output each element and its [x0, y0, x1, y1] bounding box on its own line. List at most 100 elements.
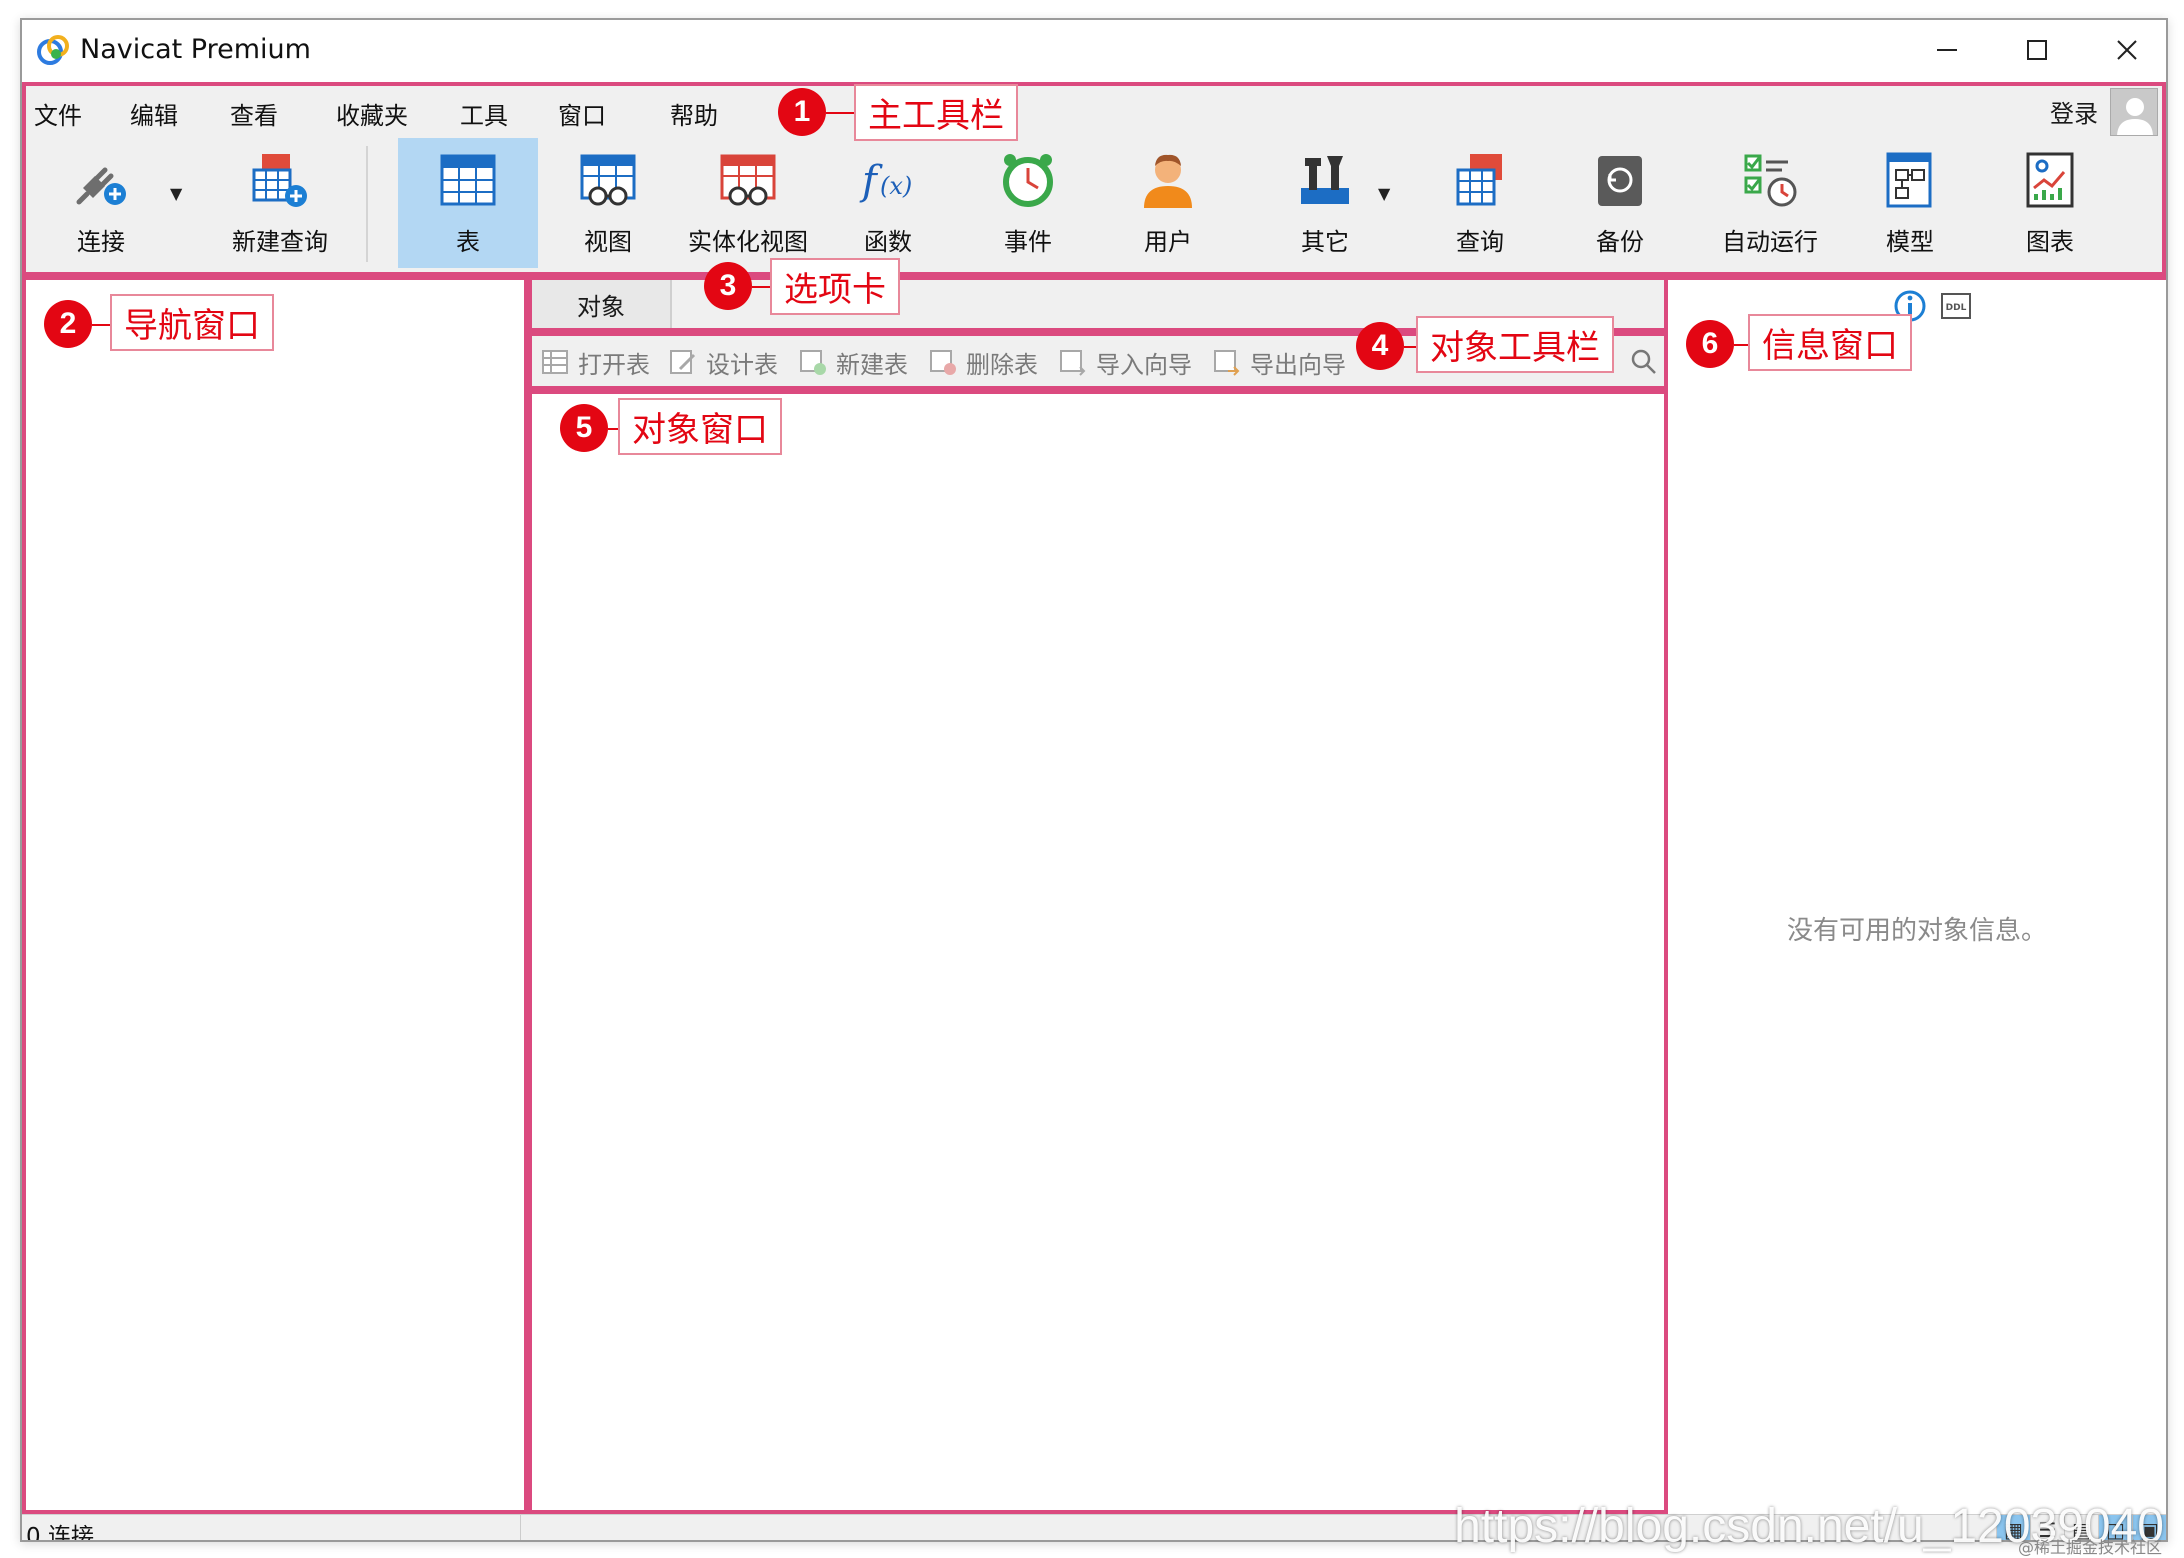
login-link[interactable]: 登录: [2050, 94, 2098, 129]
view-label: 视图: [584, 228, 632, 256]
annotation-label-object-pane: 对象窗口: [618, 398, 782, 455]
annotation-badge-5: 5: [560, 404, 608, 452]
menu-view[interactable]: 查看: [230, 96, 278, 131]
toolbar-separator: [366, 146, 368, 262]
model-button[interactable]: 模型: [1840, 138, 1980, 268]
new-query-label: 新建查询: [232, 228, 328, 256]
user-label: 用户: [1144, 228, 1192, 256]
maximize-button[interactable]: [2008, 28, 2066, 72]
others-button[interactable]: 其它: [1270, 138, 1380, 268]
annotation-badge-2: 2: [44, 300, 92, 348]
plug-icon: [76, 167, 126, 205]
search-icon[interactable]: [1628, 346, 1660, 378]
import-wizard-label: 导入向导: [1096, 350, 1192, 379]
export-wizard-button[interactable]: 导出向导: [1212, 344, 1346, 380]
import-wizard-icon: [1060, 350, 1086, 376]
annotation-line-2: [92, 324, 110, 326]
automation-icon: [1744, 154, 1797, 207]
open-table-label: 打开表: [578, 350, 650, 379]
table-button[interactable]: 表: [398, 138, 538, 268]
open-table-icon: [542, 350, 568, 374]
menu-window[interactable]: 窗口: [558, 96, 606, 131]
annotation-line-3: [752, 286, 770, 288]
new-table-button[interactable]: 新建表: [798, 344, 908, 380]
chart-button[interactable]: 图表: [1980, 138, 2120, 268]
view-button[interactable]: 视图: [538, 138, 678, 268]
ddl-icon[interactable]: DDL: [1938, 288, 1974, 324]
close-button[interactable]: [2098, 28, 2156, 72]
model-icon: [1886, 152, 1932, 208]
function-icon: f (x): [859, 158, 912, 204]
table-icon: [440, 154, 496, 206]
query-label: 查询: [1456, 228, 1504, 256]
annotation-badge-4: 4: [1356, 322, 1404, 370]
annotation-badge-3: 3: [704, 262, 752, 310]
annotation-line-6: [1734, 344, 1748, 346]
annotation-label-info-pane: 信息窗口: [1748, 314, 1912, 371]
annotation-label-object-toolbar: 对象工具栏: [1416, 316, 1614, 373]
design-table-icon: [670, 350, 696, 374]
svg-text:(x): (x): [880, 172, 912, 200]
new-table-label: 新建表: [836, 350, 908, 379]
delete-table-icon: [930, 350, 956, 375]
open-table-button[interactable]: 打开表: [540, 344, 650, 380]
navigation-pane[interactable]: [22, 276, 528, 1514]
user-button[interactable]: 用户: [1098, 138, 1238, 268]
view-icon: [580, 154, 636, 206]
avatar-icon: [2111, 89, 2157, 135]
connect-dropdown-icon[interactable]: ▼: [170, 184, 182, 203]
chart-label: 图表: [2026, 228, 2074, 256]
materialized-view-label: 实体化视图: [688, 228, 808, 256]
automation-label: 自动运行: [1722, 228, 1818, 256]
annotation-badge-1: 1: [778, 88, 826, 136]
tab-objects[interactable]: 对象: [532, 280, 672, 328]
event-label: 事件: [1004, 228, 1052, 256]
connect-button[interactable]: 连接: [46, 138, 156, 268]
tools-icon: [1301, 156, 1349, 204]
svg-text:DDL: DDL: [1946, 303, 1967, 313]
connection-count: 0 连接: [26, 1524, 94, 1542]
menu-favorites[interactable]: 收藏夹: [336, 96, 408, 131]
backup-button[interactable]: 备份: [1560, 138, 1680, 268]
annotation-badge-6: 6: [1686, 320, 1734, 368]
main-toolbar: 文件 编辑 查看 收藏夹 工具 窗口 帮助 登录 连接 ▼ 新建查询 表 视图 …: [22, 82, 2166, 276]
info-pane: DDL 没有可用的对象信息。: [1664, 276, 2166, 1518]
annotation-line-4: [1404, 346, 1416, 348]
window-title: Navicat Premium: [80, 34, 311, 65]
menu-help[interactable]: 帮助: [670, 96, 718, 131]
table-label: 表: [456, 228, 480, 256]
maximize-icon: [2027, 40, 2047, 60]
connect-label: 连接: [77, 228, 125, 256]
export-wizard-icon: [1214, 350, 1240, 376]
delete-table-button[interactable]: 删除表: [928, 344, 1038, 380]
app-window: Navicat Premium 文件 编辑 查看 收藏夹 工具 窗口 帮助 登录: [20, 18, 2168, 1542]
materialized-view-button[interactable]: 实体化视图: [678, 138, 818, 268]
new-query-button[interactable]: 新建查询: [210, 138, 350, 268]
minimize-button[interactable]: [1918, 28, 1976, 72]
design-table-button[interactable]: 设计表: [668, 344, 778, 380]
user-avatar[interactable]: [2110, 88, 2158, 136]
model-label: 模型: [1886, 228, 1934, 256]
menu-edit[interactable]: 编辑: [130, 96, 178, 131]
others-dropdown-icon[interactable]: ▼: [1378, 184, 1390, 203]
menu-bar: 文件 编辑 查看 收藏夹 工具 窗口 帮助 登录: [26, 86, 2162, 136]
function-button[interactable]: f (x) 函数: [818, 138, 958, 268]
watermark-sub: @稀土掘金技术社区: [2017, 1538, 2162, 1557]
annotation-label-tabs: 选项卡: [770, 258, 900, 315]
query-button[interactable]: 查询: [1420, 138, 1540, 268]
automation-button[interactable]: 自动运行: [1700, 138, 1840, 268]
import-wizard-button[interactable]: 导入向导: [1058, 344, 1192, 380]
menu-file[interactable]: 文件: [34, 96, 82, 131]
query-icon: [1456, 154, 1502, 206]
object-pane[interactable]: [528, 390, 1680, 1514]
backup-label: 备份: [1596, 228, 1644, 256]
function-label: 函数: [864, 228, 912, 256]
menu-tools[interactable]: 工具: [460, 96, 508, 131]
backup-icon: [1598, 156, 1642, 206]
close-icon: [2117, 40, 2137, 60]
event-button[interactable]: 事件: [958, 138, 1098, 268]
title-bar[interactable]: Navicat Premium: [22, 20, 2166, 80]
no-info-message: 没有可用的对象信息。: [1786, 916, 2047, 946]
status-separator: [520, 1515, 521, 1540]
annotation-label-navigation-pane: 导航窗口: [110, 294, 274, 351]
